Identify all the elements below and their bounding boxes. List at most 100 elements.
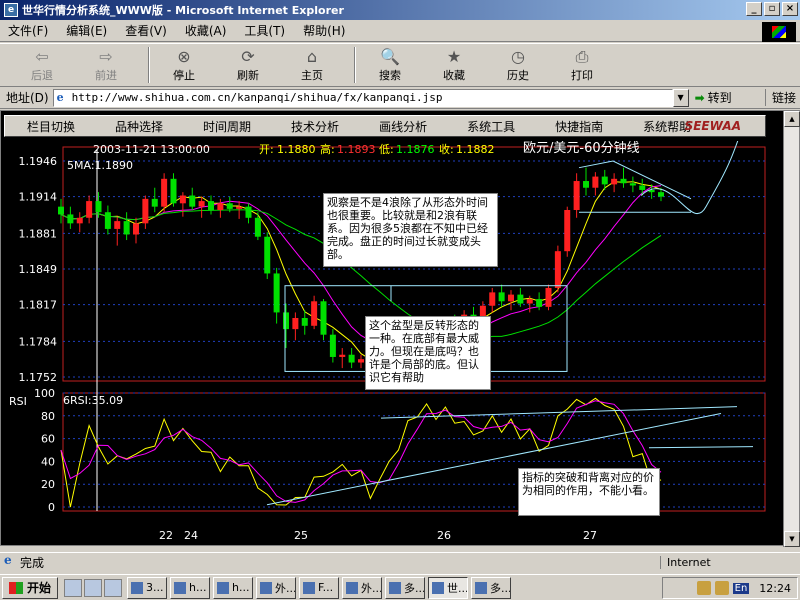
toolbar-label: 主页: [301, 69, 323, 82]
ohlc-value: 收:: [439, 142, 454, 156]
taskbar-window-label: 多...: [404, 581, 426, 595]
close-button[interactable]: ×: [782, 2, 798, 16]
ohlc-value: 开:: [259, 143, 274, 156]
menu-view[interactable]: 查看(V): [125, 22, 167, 39]
app-menu-guide[interactable]: 快捷指南: [555, 118, 603, 135]
address-dropdown-button[interactable]: ▼: [672, 88, 689, 107]
y-tick-label: 1.1784: [19, 335, 58, 348]
windows-flag-icon: [9, 581, 23, 594]
quicklaunch-ie-icon[interactable]: [64, 578, 83, 597]
candle-body: [170, 178, 177, 204]
maximize-button[interactable]: ▫: [764, 2, 780, 16]
candle-body: [545, 287, 552, 307]
taskbar-window-label: h...: [232, 581, 250, 594]
candle-body: [236, 206, 243, 209]
tray-volume-icon[interactable]: [696, 581, 711, 595]
favorites-button[interactable]: ★ 收藏: [426, 45, 482, 85]
taskbar-window-button[interactable]: 外...: [342, 576, 383, 599]
home-icon: ⌂: [306, 47, 318, 66]
menu-tools[interactable]: 工具(T): [244, 22, 285, 39]
minimize-button[interactable]: _: [746, 2, 762, 16]
app-menu-tools[interactable]: 系统工具: [467, 118, 515, 135]
candle-body: [611, 178, 618, 185]
candle-body: [301, 317, 308, 326]
taskbar-window-button[interactable]: 多...: [471, 576, 512, 599]
start-button[interactable]: 开始: [2, 576, 59, 599]
print-button[interactable]: ⎙ 打印: [554, 45, 610, 85]
candle-body: [629, 183, 636, 186]
stop-icon: ⊗: [177, 47, 191, 66]
go-button[interactable]: ➡ 转到: [695, 89, 732, 106]
forward-arrow-button[interactable]: ⇨ 前进: [78, 45, 134, 85]
address-bar: 地址(D) http://www.shihua.com.cn/kanpanqi/…: [0, 87, 800, 109]
window-controls: _ ▫ ×: [746, 2, 798, 16]
candle-body: [58, 206, 64, 215]
candle-body: [208, 201, 214, 210]
app-menu-instrument[interactable]: 品种选择: [115, 118, 163, 135]
toolbar-label: 刷新: [237, 69, 259, 82]
quicklaunch-desktop-icon[interactable]: [84, 578, 103, 597]
clock: 12:24: [759, 581, 791, 595]
taskbar-window-button[interactable]: 外...: [256, 576, 297, 599]
toolbar-label: 搜索: [379, 69, 401, 82]
candle-body: [151, 198, 158, 207]
candle-body: [76, 217, 83, 224]
language-indicator[interactable]: En: [732, 582, 750, 594]
y-tick-label: 1.1946: [19, 155, 58, 168]
forward-arrow-icon: ⇨: [99, 47, 113, 66]
back-arrow-icon: ⇦: [35, 47, 49, 66]
rsi-axis-title: RSI: [9, 395, 27, 408]
system-tray: En 12:24: [662, 577, 798, 599]
history-button[interactable]: ◷ 历史: [490, 45, 546, 85]
candle-body: [86, 201, 93, 218]
taskbar-window-button[interactable]: 多...: [385, 576, 426, 599]
window-icon: [346, 581, 359, 594]
rsi-tick-label: 20: [41, 478, 55, 491]
taskbar-window-button[interactable]: h...: [213, 576, 254, 599]
toolbar-label: 收藏: [443, 69, 465, 82]
toolbar-label: 后退: [31, 69, 53, 82]
window-icon: [260, 581, 273, 594]
candle-body: [226, 203, 233, 209]
candle-body: [123, 221, 130, 235]
taskbar-window-button[interactable]: F...: [299, 576, 340, 599]
menu-favorites[interactable]: 收藏(A): [185, 22, 227, 39]
candle-body: [161, 178, 168, 207]
back-arrow-button[interactable]: ⇦ 后退: [14, 45, 70, 85]
stop-button[interactable]: ⊗ 停止: [156, 45, 212, 85]
toolbar-separator: [354, 47, 356, 83]
app-menu-column-switch[interactable]: 栏目切换: [27, 118, 75, 135]
tray-network-icon[interactable]: [714, 581, 729, 595]
taskbar-window-button[interactable]: h...: [170, 576, 211, 599]
address-input[interactable]: http://www.shihua.com.cn/kanpanqi/shihua…: [52, 88, 673, 107]
scroll-up-button[interactable]: ▲: [784, 111, 800, 127]
search-button[interactable]: 🔍 搜索: [362, 45, 418, 85]
candle-body: [95, 201, 102, 213]
vertical-scrollbar[interactable]: ▲ ▼: [783, 111, 800, 547]
home-button[interactable]: ⌂ 主页: [284, 45, 340, 85]
candle-body: [311, 301, 318, 326]
app-menu-drawing[interactable]: 画线分析: [379, 118, 427, 135]
candle-body: [489, 292, 496, 306]
candle-body: [67, 214, 74, 224]
menu-edit[interactable]: 编辑(E): [66, 22, 107, 39]
taskbar-window-button[interactable]: 世...: [428, 576, 469, 599]
links-button[interactable]: 链接: [764, 89, 796, 106]
refresh-button[interactable]: ⟳ 刷新: [220, 45, 276, 85]
menu-file[interactable]: 文件(F): [8, 22, 48, 39]
rsi-tick-label: 80: [41, 410, 55, 423]
window-titlebar[interactable]: e 世华行情分析系统_WWW版 - Microsoft Internet Exp…: [0, 0, 800, 20]
app-menu-technical[interactable]: 技术分析: [291, 118, 339, 135]
print-icon: ⎙: [575, 47, 589, 66]
menu-help[interactable]: 帮助(H): [303, 22, 345, 39]
candle-body: [273, 273, 280, 313]
taskbar-window-button[interactable]: 3...: [127, 576, 168, 599]
candle-body: [358, 359, 364, 363]
address-label: 地址(D): [6, 91, 49, 105]
go-arrow-icon: ➡: [694, 90, 705, 105]
quicklaunch-outlook-icon[interactable]: [104, 578, 123, 597]
app-menu-period[interactable]: 时间周期: [203, 118, 251, 135]
window-icon: [475, 581, 488, 594]
taskbar-window-label: F...: [318, 581, 334, 594]
scroll-down-button[interactable]: ▼: [784, 531, 800, 547]
